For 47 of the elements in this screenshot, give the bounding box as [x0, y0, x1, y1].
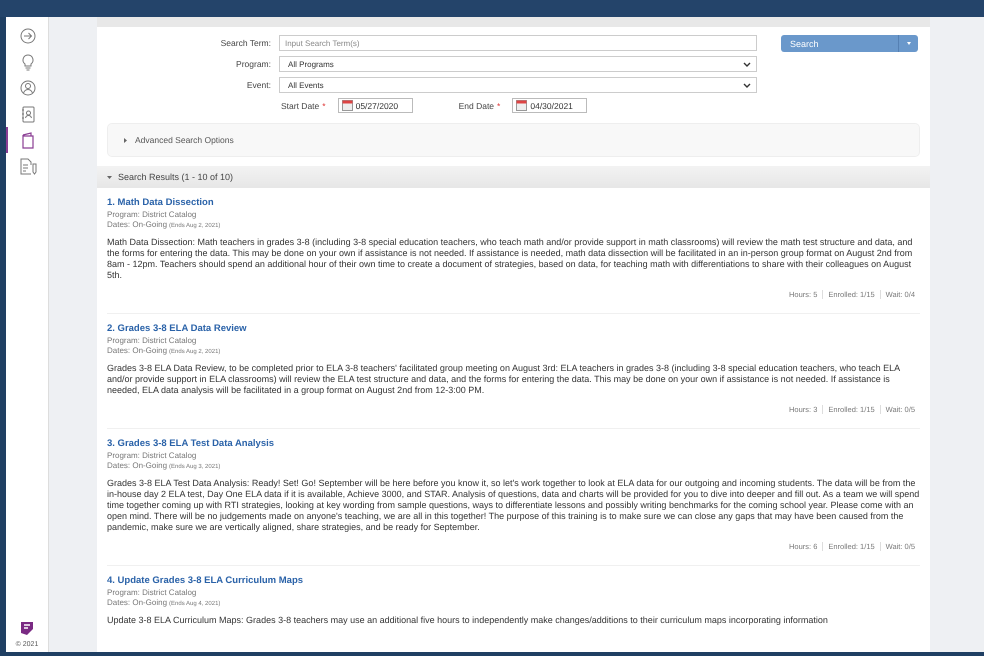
program-text: Program: District Catalog	[107, 588, 198, 598]
results-header-text: Search Results (1 - 10 of 10)	[118, 172, 234, 182]
arrow-circle-icon	[20, 28, 36, 44]
result-description: Grades 3-8 ELA Test Data Analysis: Ready! Set! Go! September will be here before you know it, so let's work together to look at ELA data for our outgoing and incoming students. The data will be from the in-house day 2 ELA test, Day One ELA data if it is available, Achieve 3000, and STAR. Analysis of questions, data and charts will be provided for you to dive into deeper and fill out. As a team we will spend time together coming up with RTI strategies, looking at key wording from sample questions, ways to differentiate lessons and possibly writing benchmarks for the coming school year. Please come with an open mind. There will be no judgements made on anyone's teaching, we are all in this together! The purpose of this training is to make sure we can close any gaps that may have been caused from the pandemic, make sure we are vertically aligned, share strategies, and be ready for September.	[107, 478, 920, 533]
field-label: Program:	[235, 59, 272, 69]
program-text: Program: District Catalog	[107, 336, 198, 346]
caret-icon	[107, 174, 112, 180]
program-dropdown[interactable]: All Programs	[279, 56, 757, 72]
field-label: Search Term:	[220, 38, 272, 48]
dates-text: Dates: On-Going	[107, 220, 168, 229]
chevron-down-icon	[743, 62, 751, 66]
dates-text: Dates: On-Going	[107, 598, 168, 607]
result-title-link[interactable]: 3. Grades 3-8 ELA Test Data Analysis	[107, 438, 920, 449]
chevron-down-icon	[743, 82, 751, 88]
user-circle-icon	[20, 80, 36, 96]
results-header[interactable]: Search Results (1 - 10 of 10)	[97, 166, 930, 188]
book-icon	[21, 132, 35, 148]
start-date-field[interactable]: 05/27/2020	[338, 98, 413, 113]
search-options-button[interactable]	[898, 35, 918, 52]
field-label: Event:	[246, 80, 272, 90]
lightbulb-icon	[21, 54, 35, 70]
result-title-link[interactable]: 1. Math Data Dissection	[107, 197, 920, 208]
program-text: Program: District Catalog	[107, 210, 198, 220]
dates-text: Dates: On-Going	[107, 461, 168, 470]
field-label: End Date	[458, 100, 494, 110]
result-title-link[interactable]: 4. Update Grades 3-8 ELA Curriculum Maps	[107, 575, 920, 586]
calendar-icon	[342, 100, 353, 111]
search-term-field[interactable]: Input Search Term(s)	[279, 35, 757, 51]
result-title-link[interactable]: 2. Grades 3-8 ELA Data Review	[107, 323, 920, 334]
dates-text: Dates: On-Going	[107, 346, 168, 355]
caret-icon	[906, 42, 910, 45]
result-description: Update 3-8 ELA Curriculum Maps: Grades 3-8 teachers may use an additional five hours to independently make changes/additions to their curriculum maps incorporating information	[107, 615, 829, 626]
field-label: Start Date	[281, 100, 320, 110]
advanced-search-label: Advanced Search Options	[135, 135, 234, 145]
end-date-field[interactable]: 04/30/2021	[512, 98, 588, 113]
result-description: Math Data Dissection: Math teachers in grades 3-8 (including 3-8 special education teachers, who teach math and/or provide support in math classrooms) will review the math test structure and data, and the forms for entering the data. This may be done on your own if assistance is not needed. If assistance is needed, math data dissection will be facilitated in an in-person group format on August 2nd from 8am - 12pm. Teachers should spend an additional hour of their own time to create a document of strategies, based on data, for teaching math with differentiations to share with their colleagues on August 5th.	[107, 237, 914, 281]
calendar-icon	[516, 100, 528, 111]
required-mark: *	[497, 100, 500, 110]
event-dropdown[interactable]: All Events	[279, 77, 757, 93]
result-description: Grades 3-8 ELA Data Review, to be completed prior to ELA 3-8 teachers' facilitated group meeting on August 3rd: ELA teachers in grades 3-8 (including 3-8 special education teachers, who teach ELA and/or provide support in ELA classrooms) will review the ELA test structure and data, and the forms for entering the data. This may be done on your own if assistance is not needed. If assistance is needed, ELA data analysis will be facilitated in a group format on August 2nd from 12-3:00 PM.	[107, 363, 901, 396]
logo-icon	[18, 619, 36, 637]
contact-book-icon	[20, 106, 36, 122]
advanced-search-panel[interactable]: Advanced Search Options	[107, 123, 920, 157]
caret-icon	[123, 138, 128, 142]
document-edit-icon	[20, 158, 36, 174]
program-text: Program: District Catalog	[107, 451, 198, 461]
required-mark: *	[322, 100, 326, 110]
